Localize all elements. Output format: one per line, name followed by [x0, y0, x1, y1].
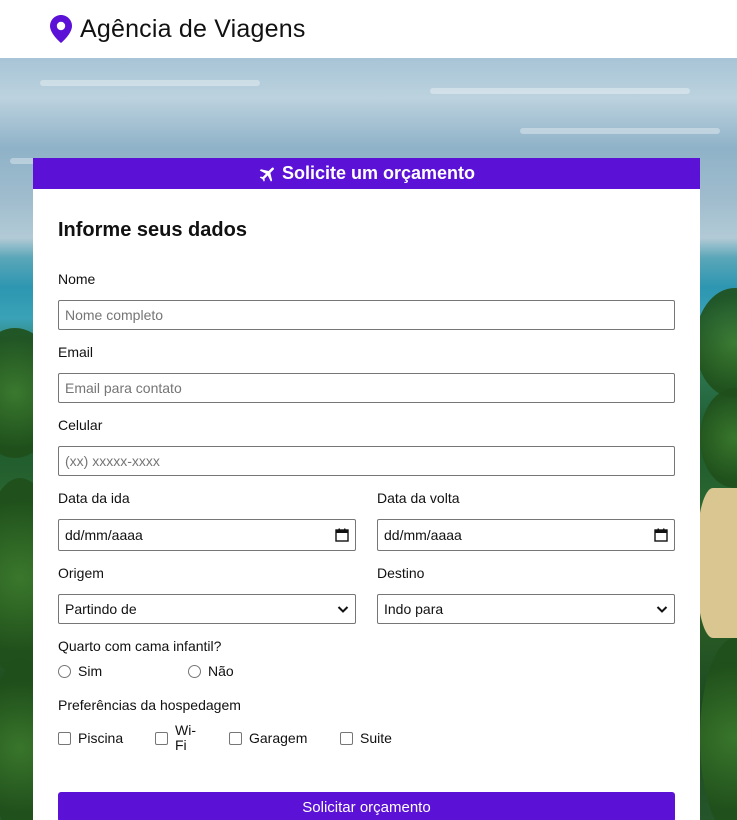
- email-label: Email: [58, 344, 94, 360]
- origem-select[interactable]: Partindo de: [58, 594, 356, 624]
- destino-label: Destino: [377, 565, 425, 581]
- data-volta-input[interactable]: dd/mm/aaaa: [377, 519, 675, 551]
- section-title: Informe seus dados: [58, 219, 247, 241]
- data-volta-value: dd/mm/aaaa: [384, 527, 462, 543]
- top-header: Agência de Viagens: [0, 0, 737, 58]
- checkbox[interactable]: [340, 731, 353, 745]
- cama-infantil-radio-group: Sim Não: [58, 663, 675, 679]
- preferencias-checkbox-group: Piscina Wi-Fi Garagem Suite: [58, 723, 675, 753]
- checkbox[interactable]: [229, 731, 242, 745]
- origem-value: Partindo de: [65, 601, 137, 617]
- chevron-down-icon: [337, 606, 349, 613]
- calendar-icon[interactable]: [654, 528, 668, 542]
- email-input[interactable]: Email para contato: [58, 373, 675, 403]
- celular-input[interactable]: (xx) xxxxx-xxxx: [58, 446, 675, 476]
- data-ida-input[interactable]: dd/mm/aaaa: [58, 519, 356, 551]
- radio-nao[interactable]: Não: [188, 663, 234, 679]
- checkbox-suite-label: Suite: [360, 730, 392, 746]
- nome-label: Nome: [58, 271, 96, 287]
- checkbox-wifi-label: Wi-Fi: [175, 722, 196, 753]
- celular-placeholder: (xx) xxxxx-xxxx: [65, 453, 160, 469]
- radio-sim[interactable]: Sim: [58, 663, 188, 679]
- data-ida-value: dd/mm/aaaa: [65, 527, 143, 543]
- nome-placeholder: Nome completo: [65, 307, 164, 323]
- chevron-down-icon: [656, 606, 668, 613]
- data-ida-label: Data da ida: [58, 490, 130, 506]
- quote-form-card: Solicite um orçamento Informe seus dados…: [33, 158, 700, 820]
- celular-label: Celular: [58, 417, 103, 433]
- radio-button[interactable]: [58, 664, 71, 678]
- destino-value: Indo para: [384, 601, 444, 617]
- data-volta-label: Data da volta: [377, 490, 460, 506]
- checkbox-piscina-label: Piscina: [78, 730, 124, 746]
- map-pin-icon: [50, 15, 72, 43]
- checkbox[interactable]: [58, 731, 71, 745]
- checkbox-piscina[interactable]: Piscina: [58, 730, 155, 746]
- airplane-icon: [259, 166, 274, 182]
- radio-nao-label: Não: [208, 663, 234, 679]
- radio-button[interactable]: [188, 664, 201, 678]
- brand-title: Agência de Viagens: [80, 14, 306, 43]
- nome-input[interactable]: Nome completo: [58, 300, 675, 330]
- destino-select[interactable]: Indo para: [377, 594, 675, 624]
- submit-button[interactable]: Solicitar orçamento: [58, 792, 675, 820]
- cama-infantil-label: Quarto com cama infantil?: [58, 638, 222, 654]
- radio-sim-label: Sim: [78, 663, 103, 679]
- form-banner: Solicite um orçamento: [33, 158, 700, 189]
- checkbox[interactable]: [155, 731, 168, 745]
- email-placeholder: Email para contato: [65, 380, 182, 396]
- origem-label: Origem: [58, 565, 104, 581]
- checkbox-garagem-label: Garagem: [249, 730, 308, 746]
- calendar-icon[interactable]: [335, 528, 349, 542]
- checkbox-garagem[interactable]: Garagem: [229, 730, 340, 746]
- form-banner-title: Solicite um orçamento: [281, 163, 476, 183]
- checkbox-wifi[interactable]: Wi-Fi: [155, 723, 229, 753]
- preferencias-label: Preferências da hospedagem: [58, 697, 241, 713]
- checkbox-suite[interactable]: Suite: [340, 730, 392, 746]
